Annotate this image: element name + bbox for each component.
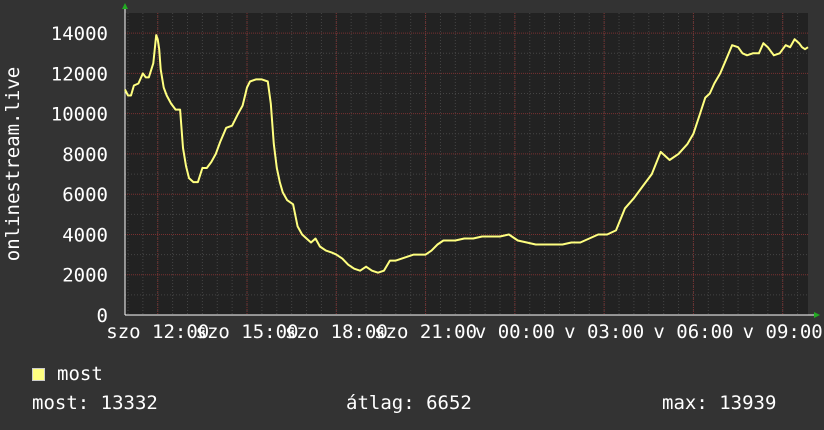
x-tick-label: szo 15:00 xyxy=(196,321,299,343)
y-tick-label: 8000 xyxy=(62,144,108,166)
x-tick-label: v 03:00 xyxy=(564,321,644,343)
stat-average: átlag: 6652 xyxy=(346,392,472,414)
plot-area xyxy=(125,13,808,315)
legend-label: most xyxy=(57,363,103,385)
stat-max: max: 13939 xyxy=(662,392,777,414)
y-tick-label: 2000 xyxy=(62,265,108,287)
y-axis-arrow xyxy=(122,3,128,9)
x-tick-label: szo 12:00 xyxy=(106,321,209,343)
x-tick-label: v 06:00 xyxy=(653,321,733,343)
y-tick-label: 12000 xyxy=(51,63,108,85)
legend-swatch xyxy=(32,367,45,381)
y-tick-label: 14000 xyxy=(51,23,108,45)
x-axis-arrow xyxy=(814,312,820,318)
x-tick-label: szo 21:00 xyxy=(374,321,477,343)
legend: most xyxy=(32,363,103,385)
line-chart: 02000400060008000100001200014000szo 12:0… xyxy=(2,3,823,343)
y-tick-label: 10000 xyxy=(51,104,108,126)
y-tick-label: 4000 xyxy=(62,224,108,246)
y-tick-label: 6000 xyxy=(62,184,108,206)
x-tick-label: v 09:00 xyxy=(743,321,823,343)
stat-current: most: 13332 xyxy=(32,392,158,414)
y-axis-label: onlinestream.live xyxy=(2,67,24,261)
x-tick-label: szo 18:00 xyxy=(285,321,388,343)
x-tick-label: v 00:00 xyxy=(475,321,555,343)
